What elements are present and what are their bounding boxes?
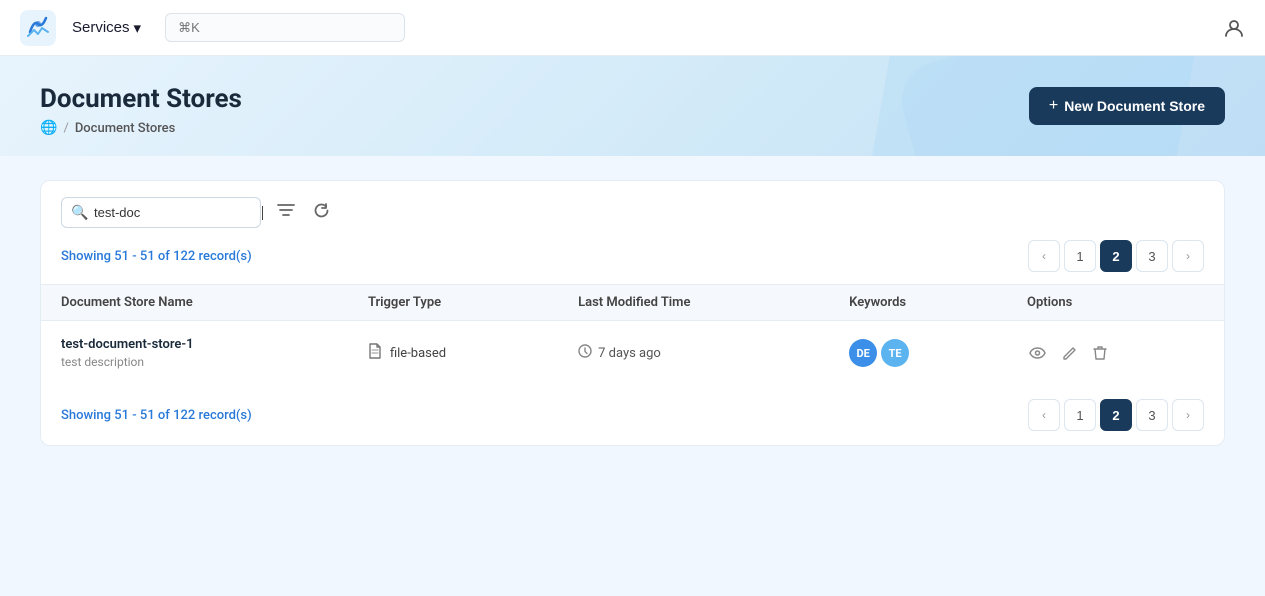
chevron-down-icon: ▾ [134,19,142,37]
cell-options [1007,321,1224,386]
store-description: test description [61,355,328,369]
col-keywords: Keywords [829,285,1007,321]
records-row-bottom: Showing 51 - 51 of 122 record(s) ‹ 1 2 3… [41,385,1224,445]
trigger-cell: file-based [368,343,538,363]
clock-icon [578,344,592,362]
refresh-button[interactable] [309,198,334,228]
main-content: 🔍 [0,156,1265,470]
navbar: Services ▾ [0,0,1265,56]
col-modified: Last Modified Time [558,285,829,321]
options-cell [1027,343,1204,363]
col-trigger: Trigger Type [348,285,558,321]
next-page-button-top[interactable]: › [1172,240,1204,272]
page-2-button-bottom[interactable]: 2 [1100,399,1132,431]
pencil-icon [1062,346,1077,361]
col-name: Document Store Name [41,285,348,321]
refresh-icon [313,206,330,223]
page-2-button-top[interactable]: 2 [1100,240,1132,272]
view-button[interactable] [1027,345,1048,361]
delete-button[interactable] [1091,343,1109,363]
breadcrumb-current: Document Stores [75,121,176,136]
trigger-type-label: file-based [390,346,446,361]
new-document-store-label: New Document Store [1064,98,1205,114]
file-icon [368,343,382,363]
page-1-button-bottom[interactable]: 1 [1064,399,1096,431]
filter-button[interactable] [273,199,299,226]
cell-name: test-document-store-1 test description [41,321,348,386]
global-search [165,13,405,42]
services-label: Services [72,19,130,36]
data-table: Document Store Name Trigger Type Last Mo… [41,284,1224,385]
pagination-top: ‹ 1 2 3 › [1028,240,1204,272]
col-options: Options [1007,285,1224,321]
records-count-top: Showing 51 - 51 of 122 record(s) [61,249,252,264]
filter-row: 🔍 [41,181,1224,240]
search-wrap: 🔍 [61,197,263,228]
page-3-button-bottom[interactable]: 3 [1136,399,1168,431]
search-icon: 🔍 [71,205,88,221]
logo[interactable] [20,10,56,46]
globe-icon: 🌐 [40,120,57,136]
user-menu-button[interactable] [1223,17,1245,39]
trash-icon [1093,345,1107,361]
page-header: Document Stores 🌐 / Document Stores + Ne… [0,56,1265,156]
search-input[interactable] [61,197,261,228]
content-card: 🔍 [40,180,1225,446]
keyword-badge-te: TE [881,339,909,367]
filter-icon [277,204,295,221]
prev-page-button-top[interactable]: ‹ [1028,240,1060,272]
new-document-store-button[interactable]: + New Document Store [1029,87,1225,125]
records-row-top: Showing 51 - 51 of 122 record(s) ‹ 1 2 3… [41,240,1224,284]
store-name: test-document-store-1 [61,337,328,352]
records-count-bottom: Showing 51 - 51 of 122 record(s) [61,408,252,423]
chevron-right-icon-bottom: › [1186,408,1190,422]
edit-button[interactable] [1060,344,1079,363]
eye-icon [1029,347,1046,359]
chevron-right-icon: › [1186,249,1190,263]
cell-trigger: file-based [348,321,558,386]
next-page-button-bottom[interactable]: › [1172,399,1204,431]
table-row: test-document-store-1 test description [41,321,1224,386]
prev-page-button-bottom[interactable]: ‹ [1028,399,1060,431]
chevron-left-icon: ‹ [1042,249,1046,263]
cell-modified: 7 days ago [558,321,829,386]
keyword-badge-de: DE [849,339,877,367]
cell-keywords: DE TE [829,321,1007,386]
pagination-bottom: ‹ 1 2 3 › [1028,399,1204,431]
services-button[interactable]: Services ▾ [72,19,141,37]
table-header-row: Document Store Name Trigger Type Last Mo… [41,285,1224,321]
text-cursor [262,206,263,220]
breadcrumb-separator: / [63,121,68,136]
plus-icon: + [1049,97,1058,115]
page-1-button-top[interactable]: 1 [1064,240,1096,272]
time-cell: 7 days ago [578,344,809,362]
keywords-cell: DE TE [849,339,987,367]
chevron-left-icon-bottom: ‹ [1042,408,1046,422]
global-search-input[interactable] [165,13,405,42]
page-3-button-top[interactable]: 3 [1136,240,1168,272]
modified-time: 7 days ago [598,346,661,361]
